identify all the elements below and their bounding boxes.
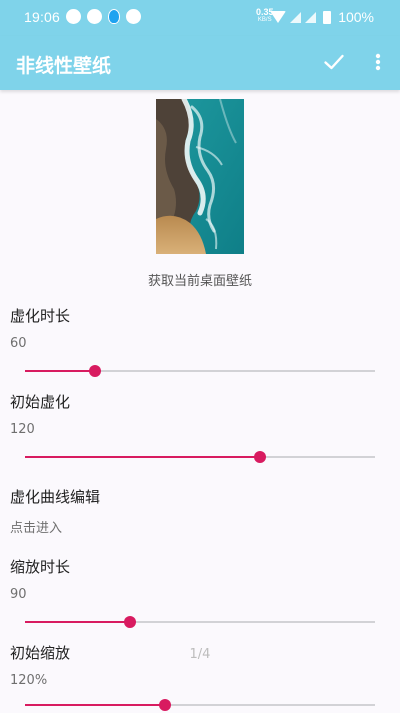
blur-curve-edit-hint[interactable]: 点击进入	[10, 517, 62, 536]
qq-notification-icon	[108, 9, 120, 24]
wifi-icon	[270, 11, 287, 23]
more-options-button[interactable]	[370, 50, 386, 74]
blur-duration-title: 虚化时长	[10, 307, 71, 325]
wallpaper-preview[interactable]	[156, 99, 244, 254]
slider-fill	[25, 704, 165, 706]
scale-duration-value: 90	[10, 587, 27, 602]
slider-thumb[interactable]	[89, 365, 101, 377]
status-bar: 19:06 0.35 KB/S 100%	[0, 0, 400, 36]
battery-level: 100%	[338, 9, 374, 25]
slider-thumb[interactable]	[124, 616, 136, 628]
sync-notification-icon	[126, 9, 141, 24]
initial-blur-value: 120	[10, 422, 35, 437]
app-bar: 非线性壁纸	[0, 36, 400, 90]
blur-duration-slider[interactable]	[25, 363, 375, 379]
slider-thumb[interactable]	[159, 699, 171, 711]
initial-scale-value: 120%	[10, 673, 48, 688]
notification-icons	[66, 9, 141, 24]
battery-icon	[323, 10, 332, 24]
app-title: 非线性壁纸	[16, 55, 112, 77]
check-icon	[324, 54, 344, 70]
status-time: 19:06	[24, 9, 61, 25]
signal-secondary-icon	[305, 11, 317, 23]
signal-icon	[290, 11, 302, 23]
user-notification-icon	[66, 9, 81, 24]
more-vert-icon	[375, 53, 381, 71]
status-right: 100%	[270, 9, 374, 25]
slider-fill	[25, 456, 260, 458]
slider-thumb[interactable]	[253, 451, 266, 463]
slider-fill	[25, 370, 95, 372]
slider-fill	[25, 621, 130, 623]
confirm-button[interactable]	[322, 50, 346, 74]
blur-duration-value: 60	[10, 336, 27, 351]
chat-notification-icon	[87, 9, 102, 24]
get-current-wallpaper-link[interactable]: 获取当前桌面壁纸	[0, 270, 400, 289]
scale-duration-slider[interactable]	[25, 614, 375, 630]
initial-blur-slider[interactable]	[25, 449, 375, 465]
wallpaper-image	[156, 99, 244, 254]
page-indicator: 1/4	[189, 647, 211, 662]
scale-duration-title: 缩放时长	[10, 558, 71, 576]
blur-curve-edit-title[interactable]: 虚化曲线编辑	[10, 486, 100, 507]
initial-blur-title: 初始虚化	[10, 393, 71, 411]
